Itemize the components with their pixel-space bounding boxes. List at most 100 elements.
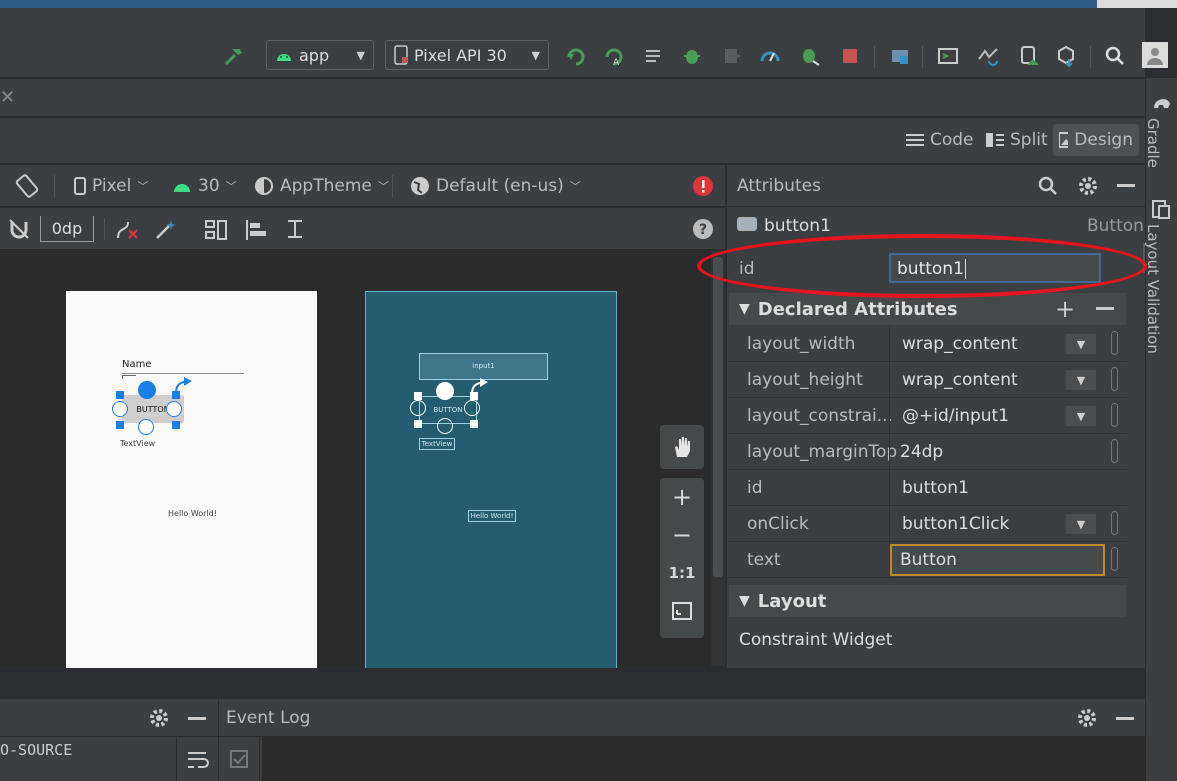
pack-icon[interactable] (204, 218, 228, 246)
attr-value-field[interactable]: Button (889, 542, 1118, 577)
api-picker[interactable]: 30 ﹀ (172, 173, 237, 199)
gradle-elephant-icon[interactable] (1152, 94, 1172, 116)
layout-section[interactable]: ▼ Layout (729, 585, 1126, 617)
minimize-icon[interactable] (1116, 717, 1134, 720)
sdk-manager-icon[interactable] (1054, 44, 1078, 68)
search-icon[interactable] (1037, 175, 1059, 202)
hello-world-outline[interactable]: Hello World! (468, 510, 516, 522)
run-config-select[interactable]: app ▼ (266, 40, 374, 70)
attr-resource-picker[interactable] (1111, 547, 1118, 571)
pan-hand-button[interactable] (660, 425, 704, 469)
resize-handle[interactable] (116, 421, 124, 429)
textview-preview[interactable]: TextView (120, 439, 155, 448)
project-structure-icon[interactable] (888, 44, 912, 68)
align-icon[interactable] (244, 218, 270, 246)
bottom-anchor-handle[interactable] (437, 418, 453, 434)
sync-gradle-icon[interactable] (976, 44, 1000, 68)
chevron-down-icon[interactable]: ▼ (1066, 370, 1096, 390)
add-attribute-icon[interactable]: + (1055, 295, 1075, 323)
canvas-scrollbar[interactable] (711, 251, 725, 666)
bottom-anchor-handle[interactable] (138, 419, 154, 435)
left-anchor-handle[interactable] (410, 400, 426, 416)
blueprint-preview[interactable]: input1 BUTTON TextView Hello World! (365, 291, 617, 671)
device-select[interactable]: Pixel API 30 ▼ (385, 40, 549, 70)
search-icon[interactable] (1103, 44, 1127, 68)
build-hammer-icon[interactable] (222, 44, 246, 68)
magnet-off-icon[interactable] (8, 218, 30, 244)
terminal-icon[interactable] (936, 44, 960, 68)
resize-handle[interactable] (172, 421, 180, 429)
help-icon[interactable]: ? (692, 218, 714, 244)
zoom-to-fit-button[interactable] (660, 592, 704, 630)
close-tab-icon[interactable]: ✕ (0, 87, 15, 108)
device-picker[interactable]: Pixel ﹀ (74, 173, 148, 199)
error-indicator-icon[interactable] (692, 173, 714, 199)
device-manager-icon[interactable] (1016, 44, 1040, 68)
window-controls[interactable] (1097, 0, 1177, 8)
guidelines-icon[interactable] (284, 218, 310, 246)
right-anchor-handle[interactable] (464, 400, 480, 416)
left-anchor-handle[interactable] (112, 401, 128, 417)
zoom-in-button[interactable]: + (660, 478, 704, 516)
chevron-down-icon[interactable]: ▼ (1066, 334, 1096, 354)
gear-icon[interactable] (148, 707, 170, 733)
tab-split[interactable]: Split (980, 124, 1054, 156)
debug-bug-icon[interactable] (680, 44, 704, 68)
input1-outline[interactable]: input1 (419, 353, 548, 380)
tab-design[interactable]: Design (1053, 124, 1139, 156)
design-preview[interactable]: Name BUTTON TextView Hello World! (66, 291, 317, 671)
attr-value-field[interactable]: wrap_content ▼ (889, 326, 1118, 361)
gear-icon[interactable] (1077, 175, 1099, 202)
attr-value-field[interactable]: wrap_content ▼ (889, 362, 1118, 397)
layout-validation-tool-tab[interactable]: Layout Validation (1144, 224, 1162, 354)
gradle-tool-tab[interactable]: Gradle (1144, 118, 1162, 168)
hello-world-preview[interactable]: Hello World! (168, 509, 217, 518)
layout-validation-icon[interactable] (1152, 200, 1170, 224)
chevron-down-icon[interactable]: ▼ (1066, 514, 1096, 534)
tab-code[interactable]: Code (900, 124, 980, 156)
attr-value-field[interactable]: button1Click ▼ (889, 506, 1118, 541)
gear-icon[interactable] (1076, 707, 1098, 733)
top-anchor-handle[interactable] (436, 382, 454, 400)
minimize-icon[interactable] (1117, 184, 1135, 187)
attach-debugger-icon[interactable] (798, 44, 822, 68)
minimize-icon[interactable] (188, 717, 206, 720)
chevron-down-icon[interactable]: ▼ (1066, 406, 1096, 426)
zoom-actual-size-button[interactable]: 1:1 (660, 554, 704, 592)
attr-resource-picker[interactable] (1111, 367, 1118, 391)
right-anchor-handle[interactable] (166, 401, 182, 417)
profile-icon[interactable] (720, 44, 744, 68)
default-margin-field[interactable]: 0dp (40, 216, 94, 242)
resize-handle[interactable] (470, 420, 478, 428)
attr-resource-picker[interactable] (1111, 331, 1118, 355)
locale-picker[interactable]: Default (en-us) ﹀ (410, 173, 581, 199)
resize-handle[interactable] (414, 420, 422, 428)
attr-resource-picker[interactable] (1111, 439, 1118, 463)
apply-code-changes-icon[interactable]: A (602, 44, 626, 68)
stop-icon[interactable] (838, 44, 862, 68)
attr-resource-picker[interactable] (1111, 511, 1118, 535)
attributes-header: Attributes (727, 165, 1146, 207)
clear-constraints-icon[interactable] (114, 218, 140, 244)
attr-value-field[interactable]: 24dp (889, 434, 1118, 469)
theme-picker[interactable]: AppTheme ﹀ (254, 173, 389, 199)
name-edittext-hint[interactable]: Name (122, 359, 152, 370)
scrollbar-thumb[interactable] (713, 257, 723, 577)
infer-constraints-wand-icon[interactable] (154, 218, 178, 244)
remove-attribute-icon[interactable] (1096, 307, 1114, 310)
top-anchor-handle[interactable] (138, 381, 156, 399)
attr-resource-picker[interactable] (1111, 403, 1118, 427)
textview-outline[interactable]: TextView (419, 438, 455, 450)
resize-handle[interactable] (414, 392, 422, 400)
mark-read-button[interactable] (218, 737, 260, 781)
resize-handle[interactable] (116, 391, 124, 399)
apply-changes-restart-icon[interactable] (564, 44, 588, 68)
account-avatar-icon[interactable] (1142, 42, 1168, 68)
soft-wrap-button[interactable] (176, 737, 218, 781)
attr-value-field[interactable]: @+id/input1 ▼ (889, 398, 1118, 433)
zoom-out-button[interactable]: − (660, 516, 704, 554)
profiler-gauge-icon[interactable] (758, 44, 782, 68)
attr-value-field[interactable]: button1 (889, 470, 1097, 505)
orientation-icon[interactable] (14, 173, 40, 199)
sync-list-icon[interactable] (642, 44, 666, 68)
